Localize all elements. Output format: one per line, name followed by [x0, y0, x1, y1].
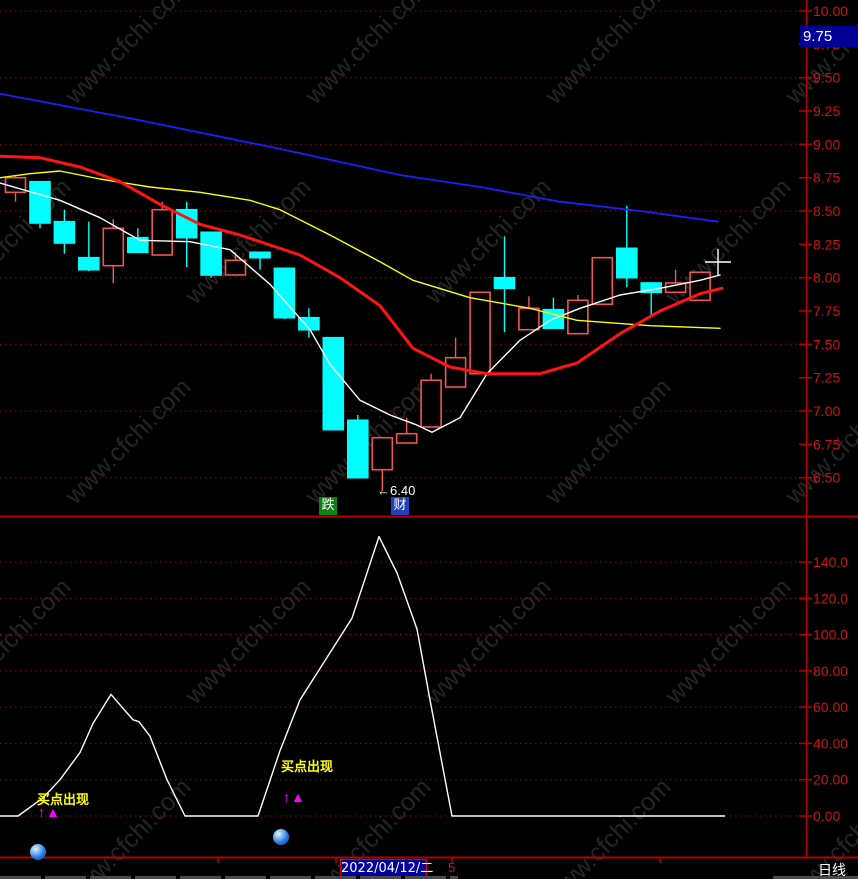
price-axis-label: 7.50 [813, 336, 840, 352]
indicator-axis-label: 80.00 [813, 663, 848, 679]
price-axis-label: 9.00 [813, 136, 840, 152]
buy-arrow-icon: ↑▲ [283, 789, 306, 805]
price-axis-label: 8.00 [813, 270, 840, 286]
candle-body [444, 356, 467, 388]
ma-white-short [0, 182, 721, 433]
price-axis-label: 7.00 [813, 403, 840, 419]
candle-body [493, 276, 516, 290]
candle-body [615, 247, 638, 279]
candle-body [78, 256, 100, 271]
candle-body [567, 299, 589, 335]
candle-body [420, 379, 442, 428]
candle-body [102, 227, 125, 267]
candle-body [469, 291, 491, 375]
price-axis-label: 8.75 [813, 170, 840, 186]
indicator-axis-label: 100.0 [813, 627, 848, 643]
candle-body [249, 251, 271, 259]
chart-canvas[interactable]: 10.00 9.75 9.50 9.25 9.00 8.75 8.50 8.25 8.00 7.7… [0, 0, 858, 879]
wealth-signal-tag: 财 [391, 497, 409, 515]
indicator-line [0, 535, 725, 817]
price-axis-label: 9.50 [813, 70, 840, 86]
indicator-axis-label: 40.00 [813, 735, 848, 751]
low-price-annotation: ←6.40 [377, 483, 416, 498]
signal-ball-icon [30, 844, 46, 860]
price-axis-label: 7.75 [813, 303, 840, 319]
candle-body [151, 208, 173, 256]
candle-body [322, 336, 345, 431]
candle-body [395, 432, 418, 444]
candle-body [200, 231, 222, 276]
indicator-axis-label: 20.00 [813, 772, 848, 788]
candle-body [224, 259, 247, 276]
indicator-axis-label: 140.0 [813, 554, 848, 570]
trading-app-window: www.cfchi.com www.cfchi.com www.cfchi.com w… [0, 0, 858, 879]
buy-point-label: 买点出现 [281, 760, 334, 775]
indicator-axis-label: 120.0 [813, 590, 848, 606]
ma-blue-long [0, 92, 719, 223]
price-axis-label: 6.75 [813, 436, 840, 452]
candle-body [518, 307, 540, 331]
indicator-axis-label: 0.00 [813, 808, 840, 824]
price-axis-label: 8.50 [813, 203, 840, 219]
price-axis-label: 10.00 [813, 3, 848, 19]
price-axis-label: 9.25 [813, 103, 840, 119]
price-axis-label: 6.50 [813, 470, 840, 486]
candle-body [591, 256, 614, 306]
candle-body [371, 436, 394, 471]
price-axis-label: 7.25 [813, 370, 840, 386]
candle-body [346, 419, 369, 479]
buy-arrow-icon: ↑▲ [38, 804, 61, 820]
signal-ball-icon [273, 829, 289, 845]
price-axis-label: 8.25 [813, 236, 840, 252]
candle-body [53, 220, 76, 244]
fall-signal-tag: 跌 [319, 497, 337, 515]
price-highlight-badge: 9.75 [800, 26, 858, 47]
candle-body [29, 180, 51, 224]
date-display: 2022/04/12/二 [340, 859, 434, 877]
x-axis-tick-label: 5 [448, 860, 456, 875]
indicator-axis-label: 60.00 [813, 699, 848, 715]
